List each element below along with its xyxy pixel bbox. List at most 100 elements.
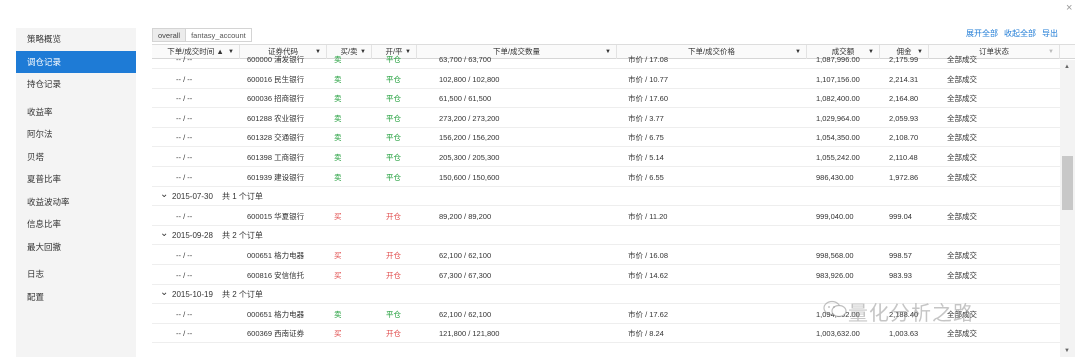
cell-code: 601398 工商银行 — [247, 153, 305, 162]
cell-oc: 平仓 — [386, 55, 401, 64]
group-date: 2015-09-28 — [172, 231, 213, 241]
cell-fee: 2,108.70 — [889, 133, 919, 143]
group-date: 2015-07-30 — [172, 192, 213, 202]
wechat-icon — [823, 300, 847, 318]
cell-price: 市价 / 10.77 — [628, 74, 669, 84]
cell-qty: 121,800 / 121,800 — [439, 329, 500, 339]
table-row[interactable]: -- / -- 601328 交通银行 卖 平仓 156,200 / 156,200 市价… — [152, 128, 1060, 148]
export-link[interactable]: 导出 — [1042, 28, 1058, 39]
cell-oc: 开仓 — [386, 251, 401, 260]
cell-code: 600036 招商银行 — [247, 94, 305, 104]
collapse-all-link[interactable]: 收起全部 — [1004, 28, 1036, 39]
cell-oc: 平仓 — [386, 74, 401, 84]
table-row[interactable]: -- / -- 600036 招商银行 卖 平仓 61,500 / 61,500 市价 /… — [152, 89, 1060, 109]
cell-side: 卖 — [334, 309, 342, 319]
cell-price: 市价 / 17.62 — [628, 309, 669, 319]
cell-side: 卖 — [334, 172, 342, 182]
chevron-down-icon[interactable]: ⌄ — [160, 226, 168, 241]
sidebar-item[interactable]: 调仓记录 — [16, 50, 136, 73]
sidebar-item[interactable]: 收益率 — [16, 101, 136, 124]
cell-time: -- / -- — [176, 211, 193, 221]
sidebar-item[interactable]: 最大回撤 — [16, 236, 136, 259]
sidebar-item[interactable]: 策略概览 — [16, 28, 136, 51]
sidebar-item[interactable]: 信息比率 — [16, 213, 136, 236]
cell-code: 601939 建设银行 — [247, 172, 305, 182]
table-row[interactable]: -- / -- 600016 民生银行 卖 平仓 102,800 / 102,800 市价… — [152, 70, 1060, 89]
vertical-scrollbar[interactable]: ▲ ▼ — [1060, 60, 1075, 357]
sidebar-item[interactable]: 日志 — [16, 263, 136, 286]
cell-price: 市价 / 17.08 — [628, 55, 669, 64]
table-row[interactable]: -- / -- 601939 建设银行 卖 平仓 150,600 / 150,600 市价… — [152, 168, 1060, 187]
cell-price: 市价 / 6.75 — [628, 133, 664, 143]
cell-time: -- / -- — [176, 329, 193, 339]
cell-side: 买 — [334, 270, 342, 280]
chevron-down-icon[interactable]: ⌄ — [160, 285, 168, 300]
cell-qty: 89,200 / 89,200 — [439, 211, 492, 221]
table-row[interactable]: -- / -- 601288 农业银行 卖 平仓 273,200 / 273,200 市价… — [152, 109, 1060, 128]
tab-overall[interactable]: overall — [152, 28, 187, 42]
sidebar-item[interactable]: 贝塔 — [16, 146, 136, 169]
group-date: 2015-10-19 — [172, 290, 213, 300]
cell-price: 市价 / 8.24 — [628, 329, 664, 339]
cell-code: 600000 浦发银行 — [247, 55, 305, 64]
cell-fee: 998.57 — [889, 251, 912, 260]
cell-status: 全部成交 — [947, 94, 977, 104]
cell-amount: 998,568.00 — [816, 251, 854, 260]
cell-code: 601328 交通银行 — [247, 133, 305, 143]
scroll-up-icon[interactable]: ▲ — [1064, 64, 1070, 70]
cell-code: 600816 安信信托 — [247, 270, 305, 280]
table-row[interactable]: -- / -- 601398 工商银行 卖 平仓 205,300 / 205,300 市价… — [152, 148, 1060, 167]
expand-all-link[interactable]: 展开全部 — [966, 28, 998, 39]
cell-side: 卖 — [334, 133, 342, 143]
cell-side: 买 — [334, 251, 342, 260]
cell-fee: 2,214.31 — [889, 74, 919, 84]
cell-price: 市价 / 3.77 — [628, 113, 664, 123]
sidebar: 策略概览 调仓记录 持仓记录收益率 阿尔法 贝塔 夏普比率 收益波动率 信息比率 最大回撤日志配… — [16, 28, 136, 357]
cell-fee: 999.04 — [889, 211, 912, 221]
group-row[interactable]: ⌄ 2015-09-28 共 2 个订单 — [152, 226, 1060, 246]
cell-side: 卖 — [334, 113, 342, 123]
cell-qty: 156,200 / 156,200 — [439, 133, 500, 143]
group-row[interactable]: ⌄ 2015-07-30 共 1 个订单 — [152, 187, 1060, 207]
cell-status: 全部成交 — [947, 270, 977, 280]
cell-status: 全部成交 — [947, 113, 977, 123]
cell-price: 市价 / 14.62 — [628, 270, 669, 280]
cell-side: 卖 — [334, 94, 342, 104]
cell-code: 600015 华夏银行 — [247, 211, 305, 221]
sidebar-item[interactable]: 配置 — [16, 286, 136, 309]
cell-status: 全部成交 — [947, 153, 977, 162]
cell-qty: 61,500 / 61,500 — [439, 94, 492, 104]
cell-time: -- / -- — [176, 309, 193, 319]
table-row[interactable]: -- / -- 600369 西南证券 买 开仓 121,800 / 121,800 市价… — [152, 324, 1060, 344]
cell-amount: 1,029,964.00 — [816, 113, 860, 123]
sidebar-item[interactable]: 阿尔法 — [16, 123, 136, 146]
tab-fantasy-account[interactable]: fantasy_account — [186, 28, 252, 42]
cell-oc: 平仓 — [386, 153, 401, 162]
table-row[interactable]: -- / -- 600816 安信信托 买 开仓 67,300 / 67,300 市价 /… — [152, 266, 1060, 285]
cell-fee: 2,110.48 — [889, 153, 918, 162]
cell-status: 全部成交 — [947, 172, 977, 182]
scrollbar-thumb[interactable] — [1062, 156, 1073, 210]
sidebar-item[interactable]: 夏普比率 — [16, 168, 136, 191]
watermark: 量化分析之路 — [848, 301, 974, 325]
cell-amount: 986,430.00 — [816, 172, 854, 182]
chevron-down-icon[interactable]: ⌄ — [160, 187, 168, 202]
cell-status: 全部成交 — [947, 133, 977, 143]
cell-amount: 1,003,632.00 — [816, 329, 860, 339]
cell-amount: 1,054,350.00 — [816, 133, 860, 143]
cell-amount: 1,087,996.00 — [816, 55, 860, 64]
table-actions: 展开全部 收起全部 导出 — [966, 28, 1058, 39]
table-row[interactable]: -- / -- 600015 华夏银行 买 开仓 89,200 / 89,200 市价 /… — [152, 207, 1060, 226]
cell-code: 000651 格力电器 — [247, 251, 305, 260]
close-icon[interactable]: × — [1066, 2, 1072, 14]
sidebar-item[interactable]: 持仓记录 — [16, 73, 136, 96]
cell-price: 市价 / 17.60 — [628, 94, 669, 104]
table-row[interactable]: -- / -- 000651 格力电器 买 开仓 62,100 / 62,100 市价 /… — [152, 246, 1060, 265]
table-row[interactable]: -- / -- 600000 浦发银行 卖 平仓 63,700 / 63,700 市价 /… — [152, 50, 1060, 69]
sidebar-item[interactable]: 收益波动率 — [16, 191, 136, 214]
scroll-down-icon[interactable]: ▼ — [1064, 348, 1070, 354]
cell-time: -- / -- — [176, 113, 193, 123]
cell-price: 市价 / 5.14 — [628, 153, 664, 162]
cell-side: 卖 — [334, 74, 342, 84]
cell-side: 卖 — [334, 55, 342, 64]
